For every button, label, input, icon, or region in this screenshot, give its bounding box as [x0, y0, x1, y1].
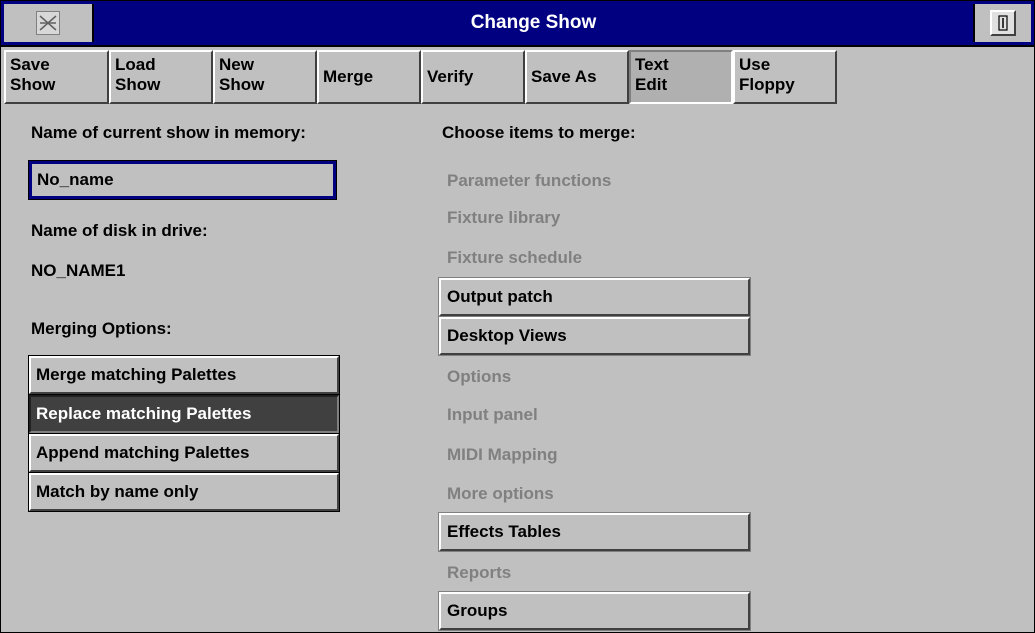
disk-label: Name of disk in drive: [31, 221, 208, 240]
option-match-by-name-only[interactable]: Match by name only [28, 472, 340, 512]
merge-items-heading: Choose items to merge: [442, 123, 636, 142]
merge-item-more-options: More options [447, 484, 554, 503]
merge-item-options: Options [447, 367, 512, 386]
tab-save-as[interactable]: Save As [525, 50, 629, 104]
tab-save-show[interactable]: Save Show [4, 50, 109, 104]
option-replace-matching-palettes[interactable]: Replace matching Palettes [28, 394, 340, 434]
merge-item-effects-tables[interactable]: Effects Tables [438, 512, 751, 552]
tab-new-show[interactable]: New Show [213, 50, 317, 104]
tab-load-show[interactable]: Load Show [109, 50, 213, 104]
window-title: Change Show [470, 12, 597, 33]
merge-item-desktop-views[interactable]: Desktop Views [438, 316, 751, 356]
merge-item-midi-mapping: MIDI Mapping [447, 445, 558, 464]
system-menu-button[interactable] [4, 4, 94, 42]
tab-text-edit[interactable]: Text Edit [629, 50, 733, 104]
merge-item-fixture-library: Fixture library [447, 208, 561, 227]
merge-item-groups[interactable]: Groups [438, 591, 751, 631]
disk-name-value: NO_NAME1 [31, 261, 126, 280]
tab-verify[interactable]: Verify [421, 50, 525, 104]
system-menu-icon [36, 11, 60, 35]
tab-use-floppy[interactable]: Use Floppy [733, 50, 837, 104]
title-bar: Change Show [1, 1, 1034, 47]
merging-options-label: Merging Options: [31, 319, 172, 338]
current-show-name-field[interactable]: No_name [28, 160, 337, 200]
tab-merge[interactable]: Merge [317, 50, 421, 104]
current-show-label: Name of current show in memory: [31, 123, 306, 142]
restore-icon [990, 10, 1016, 36]
change-show-window: Change Show Save Show Load Show New Show… [0, 0, 1035, 633]
merge-item-output-patch[interactable]: Output patch [438, 277, 751, 317]
option-append-matching-palettes[interactable]: Append matching Palettes [28, 433, 340, 473]
option-merge-matching-palettes[interactable]: Merge matching Palettes [28, 355, 340, 395]
restore-button[interactable] [973, 4, 1031, 42]
merge-item-reports: Reports [447, 563, 512, 582]
merge-item-fixture-schedule: Fixture schedule [447, 248, 583, 267]
merge-item-input-panel: Input panel [447, 405, 538, 424]
merge-item-parameter-functions: Parameter functions [447, 171, 612, 190]
